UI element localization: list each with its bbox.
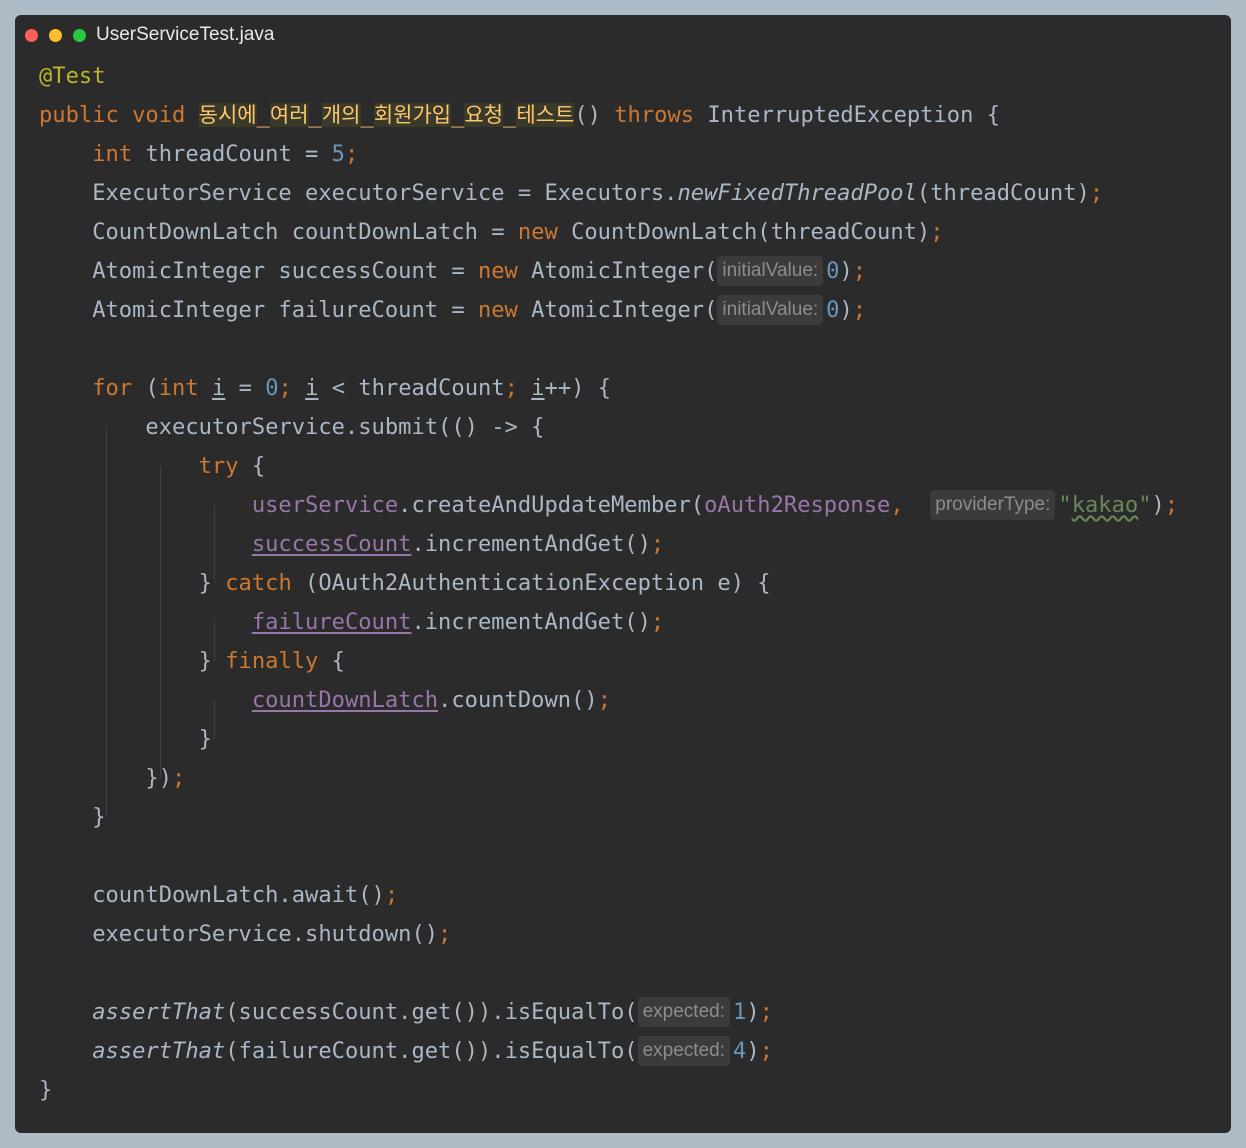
code-line: AtomicInteger successCount = new AtomicI… — [39, 256, 867, 286]
method-name-part: 요청 — [464, 103, 504, 127]
code-line: } finally { — [39, 648, 345, 674]
close-window-button[interactable] — [25, 29, 38, 42]
exception-type: InterruptedException — [707, 102, 974, 128]
code-line: AtomicInteger failureCount = new AtomicI… — [39, 295, 867, 325]
code-line: public void 동시에_여러_개의_회원가입_요청_테스트() thro… — [39, 102, 1000, 128]
expected-failure-value: 4 — [733, 1038, 747, 1064]
minimize-window-button[interactable] — [49, 29, 62, 42]
code-editor[interactable]: @Test public void 동시에_여러_개의_회원가입_요청_테스트(… — [39, 57, 1231, 1133]
code-line: } catch (OAuth2AuthenticationException e… — [39, 570, 771, 596]
code-line: for (int i = 0; i < threadCount; i++) { — [92, 375, 612, 401]
parameter-hint: initialValue: — [717, 295, 824, 325]
expected-success-value: 1 — [733, 999, 747, 1025]
code-line: CountDownLatch countDownLatch = new Coun… — [39, 219, 944, 245]
code-line: successCount.incrementAndGet(); — [251, 531, 665, 557]
code-line: assertThat(successCount.get()).isEqualTo… — [92, 997, 773, 1027]
parameter-hint: providerType: — [930, 490, 1056, 520]
code-line: failureCount.incrementAndGet(); — [251, 609, 665, 635]
code-line: try { — [198, 453, 266, 479]
method-name-part: 테스트 — [516, 103, 575, 127]
parameter-hint: initialValue: — [717, 256, 824, 286]
code-line: } — [39, 1077, 53, 1103]
editor-window: UserServiceTest.java @Test public void 동… — [15, 15, 1231, 1133]
method-name-part: 여러 — [269, 103, 309, 127]
file-name: UserServiceTest.java — [96, 24, 275, 45]
code-line: executorService.submit(() -> { — [39, 414, 545, 440]
title-bar: UserServiceTest.java — [15, 15, 1231, 57]
code-line: @Test — [39, 57, 1231, 96]
code-line: countDownLatch.countDown(); — [251, 687, 611, 713]
code-line: executorService.shutdown(); — [39, 921, 452, 947]
code-line: int threadCount = 5; — [92, 141, 359, 167]
code-line: }); — [39, 765, 186, 791]
thread-count-value: 5 — [331, 141, 345, 167]
code-line: countDownLatch.await(); — [39, 882, 399, 908]
maximize-window-button[interactable] — [73, 29, 86, 42]
code-line: ExecutorService executorService = Execut… — [39, 180, 1104, 206]
code-line: } — [39, 726, 212, 752]
code-line: userService.createAndUpdateMember(oAuth2… — [251, 490, 1179, 520]
code-line: } — [39, 804, 106, 830]
test-annotation: @Test — [39, 63, 106, 89]
parameter-hint: expected: — [637, 997, 730, 1027]
method-name-part: 개의 — [321, 103, 361, 127]
parameter-hint: expected: — [637, 1036, 730, 1066]
method-name-part: 동시에 — [198, 103, 257, 127]
provider-string: kakao — [1071, 492, 1139, 518]
code-line: assertThat(failureCount.get()).isEqualTo… — [92, 1036, 773, 1066]
method-name-part: 회원가입 — [373, 103, 452, 127]
